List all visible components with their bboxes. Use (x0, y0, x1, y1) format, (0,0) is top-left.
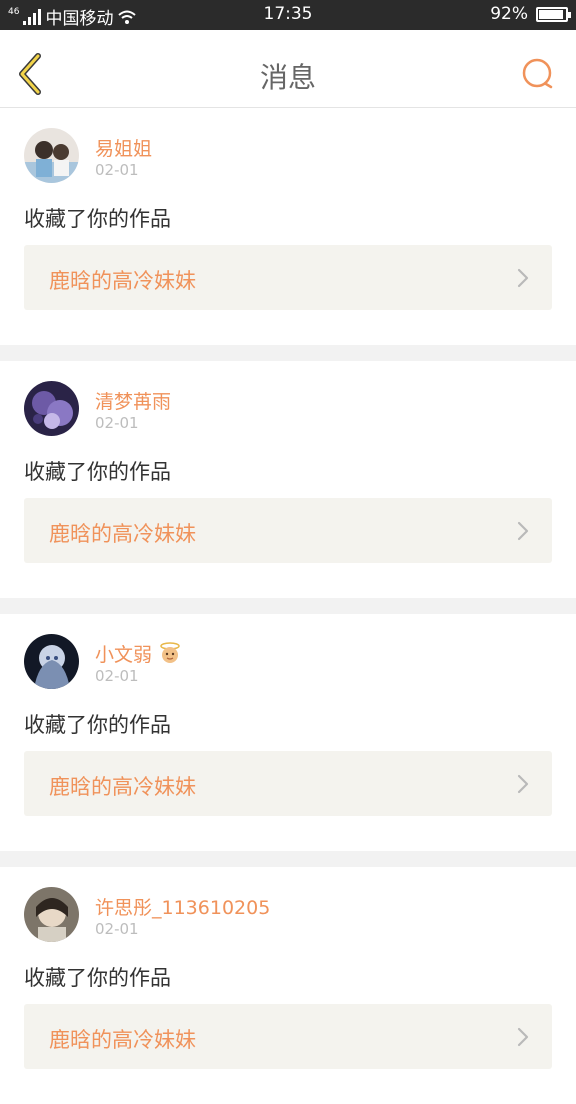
username[interactable]: 许思彤_113610205 (95, 893, 270, 920)
message-action: 收藏了你的作品 (24, 713, 171, 737)
avatar[interactable] (24, 381, 79, 436)
username-text: 小文弱 (95, 644, 153, 666)
message-item: 易姐姐 02-01 收藏了你的作品 鹿晗的高冷妹妹 (0, 108, 576, 345)
message-item: 小文弱 02-01 收藏了你的作品 鹿晗的高冷妹妹 (0, 614, 576, 851)
username[interactable]: 小文弱 (95, 640, 182, 667)
status-right: 92% (490, 4, 571, 24)
work-link[interactable]: 鹿晗的高冷妹妹 (24, 498, 552, 563)
battery-percent: 92% (490, 4, 528, 24)
message-date: 02-01 (95, 667, 139, 685)
work-link[interactable]: 鹿晗的高冷妹妹 (24, 245, 552, 310)
message-action: 收藏了你的作品 (24, 966, 171, 990)
message-date: 02-01 (95, 161, 139, 179)
message-list: 易姐姐 02-01 收藏了你的作品 鹿晗的高冷妹妹 清梦苒雨 02-01 收藏了… (0, 108, 576, 1104)
status-bar: 46 中国移动 17:35 92% (0, 0, 576, 30)
avatar[interactable] (24, 128, 79, 183)
divider (0, 598, 576, 614)
chevron-right-icon (517, 521, 529, 541)
chevron-right-icon (517, 774, 529, 794)
avatar[interactable] (24, 634, 79, 689)
divider (0, 345, 576, 361)
username[interactable]: 清梦苒雨 (95, 387, 171, 414)
search-icon[interactable] (520, 56, 556, 92)
username[interactable]: 易姐姐 (95, 134, 152, 161)
work-link[interactable]: 鹿晗的高冷妹妹 (24, 1004, 552, 1069)
avatar[interactable] (24, 887, 79, 942)
nav-bar: 消息 (0, 30, 576, 108)
chevron-right-icon (517, 268, 529, 288)
work-title: 鹿晗的高冷妹妹 (49, 522, 196, 546)
message-date: 02-01 (95, 414, 139, 432)
message-item: 许思彤_113610205 02-01 收藏了你的作品 鹿晗的高冷妹妹 (0, 867, 576, 1104)
message-action: 收藏了你的作品 (24, 460, 171, 484)
emoji-icon (160, 642, 180, 663)
message-action: 收藏了你的作品 (24, 207, 171, 231)
page-title: 消息 (259, 61, 316, 94)
work-link[interactable]: 鹿晗的高冷妹妹 (24, 751, 552, 816)
message-date: 02-01 (95, 920, 139, 938)
divider (0, 851, 576, 867)
work-title: 鹿晗的高冷妹妹 (49, 269, 196, 293)
work-title: 鹿晗的高冷妹妹 (49, 1028, 196, 1052)
message-item: 清梦苒雨 02-01 收藏了你的作品 鹿晗的高冷妹妹 (0, 361, 576, 598)
battery-icon (536, 6, 571, 22)
chevron-right-icon (517, 1027, 529, 1047)
work-title: 鹿晗的高冷妹妹 (49, 775, 196, 799)
